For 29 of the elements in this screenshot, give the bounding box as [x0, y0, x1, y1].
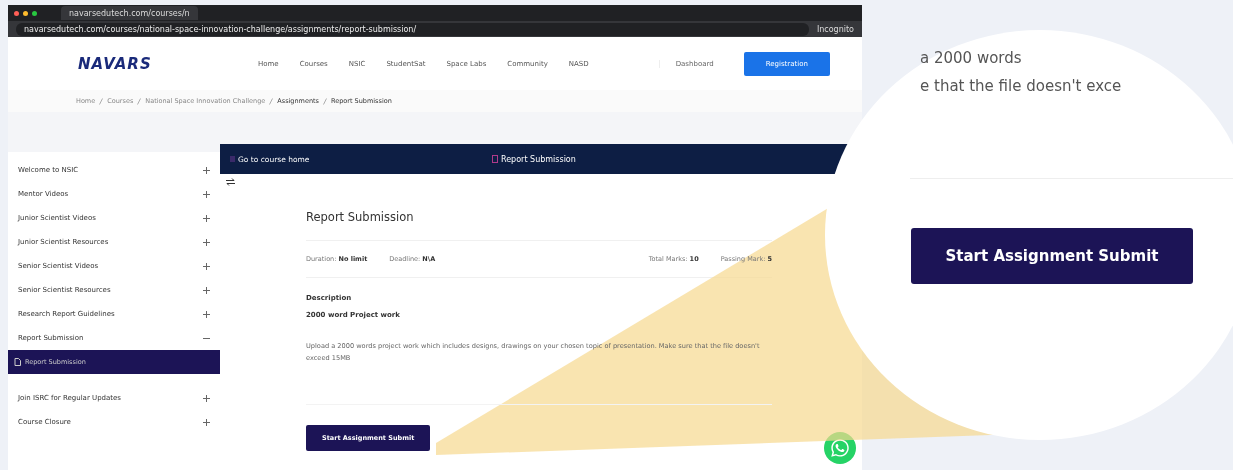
assignment-title: Report Submission [306, 210, 772, 241]
magnified-submit-button[interactable]: Start Assignment Submit [911, 228, 1193, 284]
plus-icon [203, 238, 210, 246]
minimize-icon[interactable] [23, 10, 28, 16]
slash-icon [99, 97, 104, 105]
swap-arrows-icon [225, 178, 235, 186]
document-icon [14, 358, 21, 366]
lesson-title: Report Submission [492, 154, 576, 164]
plus-icon [203, 190, 210, 198]
plus-icon [203, 166, 210, 174]
plus-icon [203, 214, 210, 222]
site-logo[interactable]: NAVARS [78, 54, 258, 73]
slash-icon [137, 97, 142, 105]
magnified-text: a 2000 words [920, 48, 1023, 69]
document-icon [492, 155, 498, 163]
plus-icon [203, 286, 210, 294]
plus-icon [203, 394, 210, 402]
address-bar[interactable]: navarsedutech.com/courses/national-space-innovation-challenge/assignments/report-submission/ [16, 22, 809, 36]
close-icon[interactable] [14, 10, 19, 16]
profile-label[interactable]: Incognito [816, 24, 854, 34]
maximize-icon[interactable] [32, 10, 37, 16]
magnified-text: e that the file doesn't exce [920, 76, 1122, 97]
slash-icon [269, 97, 274, 105]
slash-icon [323, 97, 327, 105]
plus-icon [203, 262, 210, 270]
browser-tab[interactable]: navarsedutech.com/courses/n [61, 6, 198, 20]
plus-icon [203, 418, 210, 426]
plus-icon [203, 310, 210, 318]
chat-icon [830, 438, 850, 458]
